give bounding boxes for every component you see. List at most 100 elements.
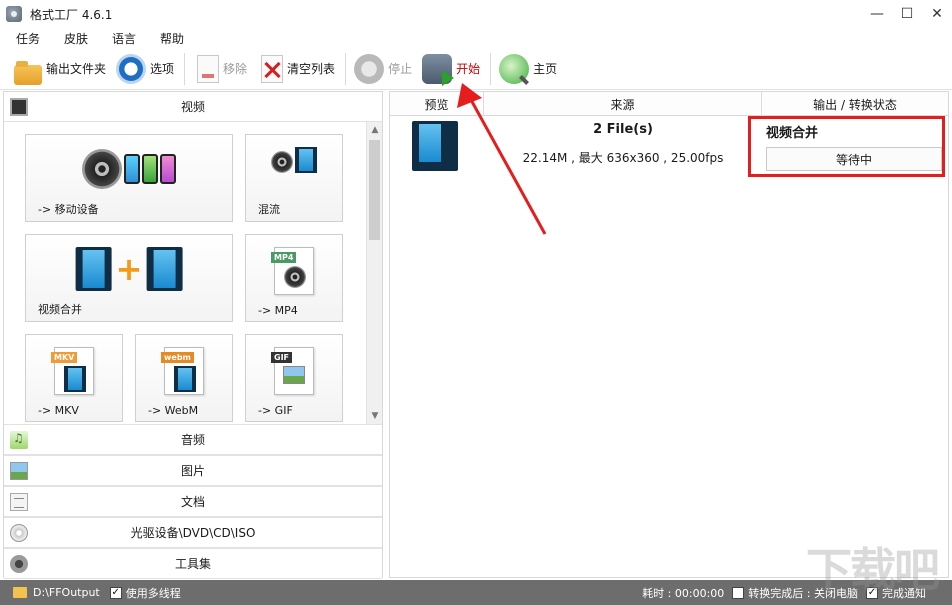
scroll-thumb[interactable]	[369, 140, 380, 240]
menu-language[interactable]: 语言	[108, 30, 140, 47]
remove-icon	[197, 54, 220, 83]
toolbar-separator	[184, 52, 186, 85]
tile-mobile-label: -> 移动设备	[38, 203, 99, 216]
start-icon	[422, 53, 455, 86]
output-folder-label: 输出文件夹	[46, 62, 107, 76]
category-tools[interactable]: 工具集	[4, 548, 382, 579]
category-document-label: 文档	[180, 495, 205, 509]
tile-mkv-label: -> MKV	[38, 404, 79, 417]
scroll-up-icon[interactable]: ▲	[367, 122, 383, 138]
film-reel-icon	[82, 149, 122, 189]
category-disc[interactable]: 光驱设备\DVD\CD\ISO	[4, 517, 382, 548]
category-document[interactable]: 文档	[4, 486, 382, 517]
disc-category-icon	[10, 524, 28, 542]
tile-gif[interactable]: GIF -> GIF	[245, 334, 343, 422]
options-icon	[116, 53, 147, 84]
mp4-file-icon: MP4	[271, 247, 314, 295]
mp4-badge: MP4	[271, 252, 297, 263]
film-strip-icon	[412, 121, 458, 171]
stop-button[interactable]: 停止	[354, 51, 412, 87]
watermark-logo: 下载吧	[806, 543, 940, 597]
category-disc-label: 光驱设备\DVD\CD\ISO	[130, 526, 256, 540]
maximize-button[interactable]: ☐	[892, 0, 922, 28]
category-video[interactable]: 视频	[4, 92, 382, 122]
film-reel-icon	[271, 151, 293, 173]
film-strip-icon	[295, 147, 317, 173]
category-tools-label: 工具集	[174, 557, 211, 571]
elapsed-time: 耗时 : 00:00:00	[642, 586, 725, 600]
minimize-button[interactable]: —	[862, 0, 892, 28]
after-convert-checkbox[interactable]	[732, 586, 745, 599]
menu-task[interactable]: 任务	[12, 30, 44, 47]
file-info: 22.14M , 最大 636x360 , 25.00fps	[522, 151, 724, 165]
remove-label: 移除	[223, 62, 248, 76]
gif-badge: GIF	[271, 352, 293, 363]
menu-skin[interactable]: 皮肤	[60, 30, 92, 47]
tile-mobile-device[interactable]: -> 移动设备	[25, 134, 233, 222]
image-category-icon	[10, 462, 28, 480]
film-strip-icon	[75, 247, 112, 291]
tile-mux-label: 混流	[258, 203, 280, 216]
folder-icon[interactable]	[13, 587, 27, 598]
toolbar-separator	[345, 52, 347, 85]
document-icon: MP4	[271, 247, 314, 295]
clear-list-button[interactable]: 清空列表	[257, 51, 335, 87]
window-controls: — ☐ ✕	[862, 0, 952, 28]
image-icon	[283, 366, 305, 384]
phone-icon	[142, 154, 158, 184]
options-button[interactable]: 选项	[116, 51, 174, 87]
category-video-label: 视频	[180, 100, 205, 114]
phone-icon	[124, 154, 140, 184]
remove-button[interactable]: 移除	[193, 51, 247, 87]
document-icon: webm	[161, 347, 204, 395]
preview-thumbnail	[412, 121, 458, 171]
document-icon: MKV	[51, 347, 94, 395]
output-path[interactable]: D:\FFOutput	[33, 586, 100, 599]
window-title: 格式工厂 4.6.1	[30, 7, 113, 22]
tile-webm[interactable]: webm -> WebM	[135, 334, 233, 422]
category-audio[interactable]: 音频	[4, 424, 382, 455]
app-icon	[6, 6, 22, 22]
header-preview[interactable]: 预览	[390, 92, 484, 116]
scroll-down-icon[interactable]: ▼	[367, 408, 383, 424]
highlight-frame	[748, 116, 945, 177]
tools-category-icon	[10, 555, 28, 573]
mkv-badge: MKV	[51, 352, 78, 363]
film-reel-icon	[284, 266, 306, 288]
tile-mux[interactable]: 混流	[245, 134, 343, 222]
title-bar: 格式工厂 4.6.1 — ☐ ✕	[0, 0, 952, 28]
toolbar: 输出文件夹 选项 移除 清空列表 停止 开始 主页	[0, 48, 952, 90]
category-image-label: 图片	[180, 464, 205, 478]
header-output[interactable]: 输出 / 转换状态	[762, 92, 948, 116]
video-merge-icon: +	[75, 247, 183, 291]
tile-mkv[interactable]: MKV -> MKV	[25, 334, 123, 422]
film-strip-icon	[174, 366, 196, 392]
phone-icon	[160, 154, 176, 184]
plus-icon: +	[115, 250, 143, 288]
video-category-icon	[10, 98, 28, 116]
start-button[interactable]: 开始	[422, 51, 480, 87]
webm-badge: webm	[161, 352, 194, 363]
category-audio-label: 音频	[180, 433, 205, 447]
tiles-scrollbar[interactable]: ▲ ▼	[366, 122, 382, 424]
source-cell: 2 File(s) 22.14M , 最大 636x360 , 25.00fps	[484, 122, 762, 166]
tile-mp4[interactable]: MP4 -> MP4	[245, 234, 343, 322]
mobile-device-icon	[82, 149, 176, 189]
header-source[interactable]: 来源	[484, 92, 762, 116]
category-image[interactable]: 图片	[4, 455, 382, 486]
options-label: 选项	[150, 62, 175, 76]
stop-label: 停止	[388, 62, 413, 76]
menu-help[interactable]: 帮助	[156, 30, 188, 47]
home-button[interactable]: 主页	[499, 51, 557, 87]
multithread-checkbox[interactable]: ✓	[109, 586, 122, 599]
start-label: 开始	[456, 62, 481, 76]
toolbar-separator	[490, 52, 492, 85]
task-table-header: 预览 来源 输出 / 转换状态	[390, 92, 948, 116]
folder-icon	[14, 60, 42, 85]
mkv-file-icon: MKV	[51, 347, 94, 395]
tile-video-merge[interactable]: + 视频合并	[25, 234, 233, 322]
output-folder-button[interactable]: 输出文件夹	[14, 51, 106, 87]
webm-file-icon: webm	[161, 347, 204, 395]
close-button[interactable]: ✕	[922, 0, 952, 28]
home-label: 主页	[533, 62, 558, 76]
